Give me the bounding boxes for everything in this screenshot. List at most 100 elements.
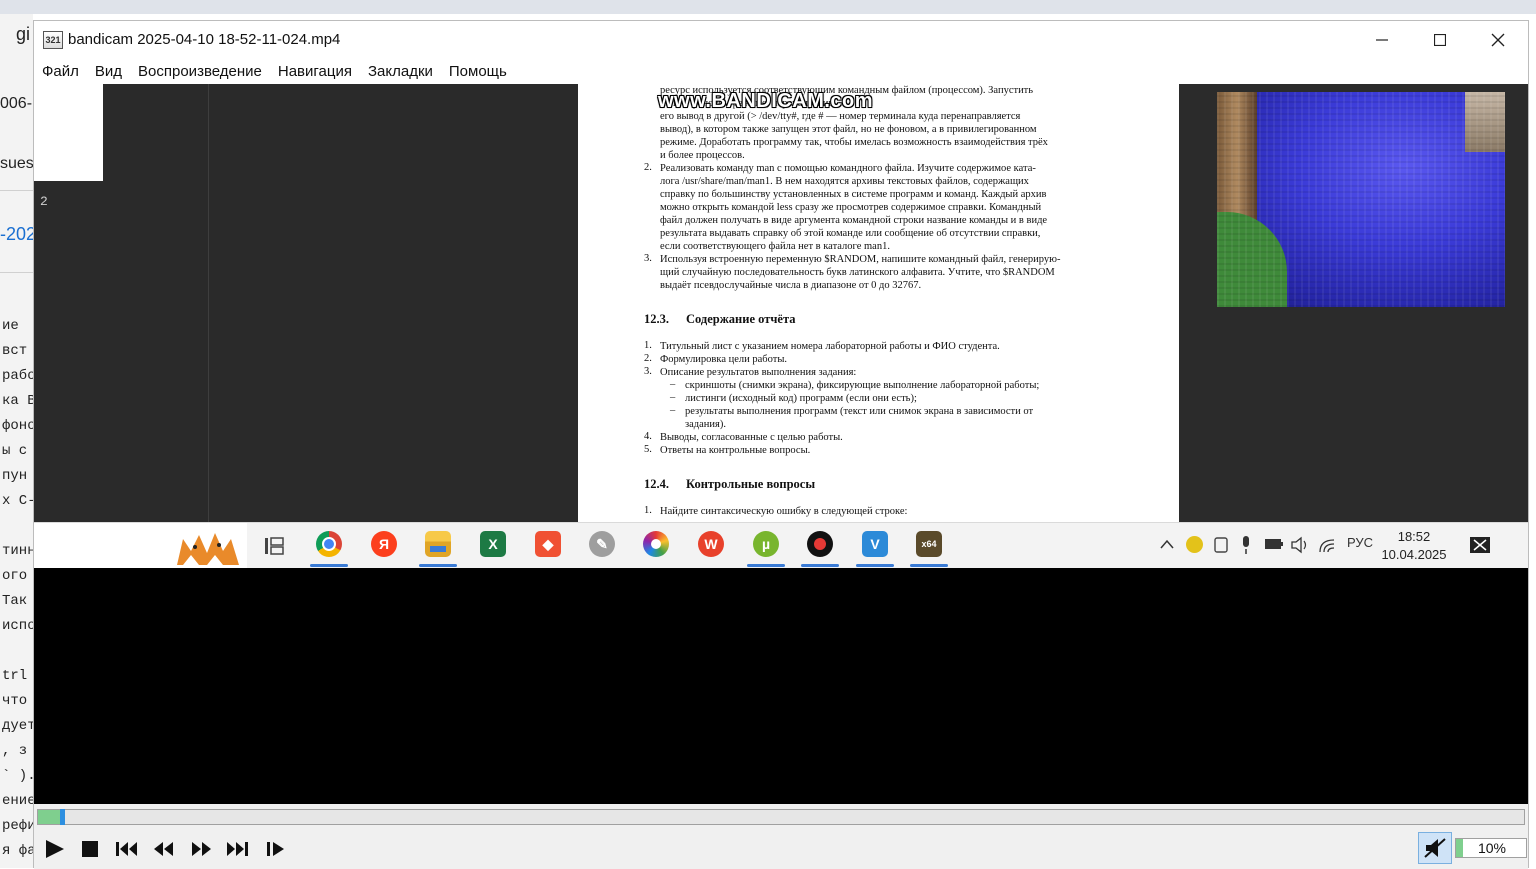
- previous-button[interactable]: [113, 836, 141, 862]
- file-explorer-icon[interactable]: [425, 531, 451, 557]
- editor-gutter-line: [208, 84, 209, 522]
- utorrent-running-indicator: [747, 564, 785, 567]
- list-item: Ответы на контрольные вопросы.: [660, 445, 811, 456]
- background-code-line: дует: [2, 718, 36, 734]
- document-line: Реализовать команду man с помощью команд…: [660, 163, 1036, 174]
- chrome-icon[interactable]: [316, 531, 342, 557]
- background-code-line: Так: [2, 593, 28, 609]
- language-indicator[interactable]: РУС: [1347, 535, 1373, 550]
- list-number: 1.: [644, 505, 652, 516]
- list-number: 4.: [644, 431, 652, 442]
- list-number: 5.: [644, 444, 652, 455]
- vs-running-indicator: [856, 564, 894, 567]
- volume-slider[interactable]: 10%: [1455, 838, 1527, 858]
- editor-line-number: 2: [40, 194, 48, 209]
- bandicam-running-indicator: [801, 564, 839, 567]
- fast-forward-button[interactable]: [187, 836, 215, 862]
- background-code-line: пун: [2, 468, 28, 484]
- git-icon[interactable]: ◆: [535, 531, 561, 557]
- menu-view[interactable]: Вид: [87, 63, 130, 80]
- vs-icon[interactable]: V: [862, 531, 888, 557]
- background-code-line: вст: [2, 343, 28, 359]
- menu-help[interactable]: Помощь: [441, 63, 515, 80]
- microphone-icon[interactable]: [1240, 535, 1252, 555]
- task-view-icon[interactable]: [263, 535, 285, 557]
- wifi-icon[interactable]: [1318, 536, 1336, 554]
- browser-link-fragment[interactable]: -202: [0, 224, 36, 245]
- title-bar[interactable]: 321 bandicam 2025-04-10 18-52-11-024.mp4: [34, 21, 1528, 59]
- battery-icon[interactable]: [1264, 538, 1284, 550]
- list-number: 2.: [644, 353, 652, 364]
- sub-list-mark: –: [670, 405, 676, 416]
- mute-button[interactable]: [1418, 832, 1452, 864]
- notepad-icon[interactable]: ✎: [589, 531, 615, 557]
- menu-playback[interactable]: Воспроизведение: [130, 63, 270, 80]
- chevron-up-icon[interactable]: [1160, 539, 1174, 549]
- bandicam-record-icon[interactable]: [807, 531, 833, 557]
- update-icon[interactable]: [1186, 536, 1203, 553]
- question-text: Найдите синтаксическую ошибку в следующе…: [660, 506, 908, 517]
- next-button[interactable]: [223, 836, 251, 862]
- document-line: если соответствующего файла нет в катало…: [660, 241, 890, 252]
- document-line: и более процессов.: [660, 150, 745, 161]
- background-code-line: рабо: [2, 368, 36, 384]
- video-area[interactable]: 2 ресурс используется соответствующим ко…: [34, 84, 1528, 804]
- skip-previous-icon: [116, 842, 137, 856]
- x64-icon[interactable]: x64: [916, 531, 942, 557]
- divider: [0, 272, 33, 273]
- app-icon: 321: [43, 31, 63, 49]
- menu-navigation[interactable]: Навигация: [270, 63, 360, 80]
- seek-bar[interactable]: [34, 806, 1528, 828]
- minimize-button[interactable]: [1359, 25, 1405, 55]
- section-number: 12.4.: [644, 477, 669, 491]
- browser-issues-fragment[interactable]: sues: [0, 155, 34, 173]
- notifications-icon[interactable]: [1469, 536, 1491, 554]
- rewind-button[interactable]: [150, 836, 178, 862]
- background-code-line: ` ).: [2, 768, 36, 784]
- speaker-icon[interactable]: [1290, 536, 1310, 554]
- speaker-muted-icon: [1424, 838, 1446, 858]
- volume-label: 10%: [1477, 840, 1507, 856]
- menu-bookmarks[interactable]: Закладки: [360, 63, 441, 80]
- background-code-line: , з: [2, 743, 28, 759]
- chrome-running-indicator: [310, 564, 348, 567]
- play-icon: [46, 840, 64, 858]
- maximize-icon: [1434, 34, 1446, 46]
- skip-next-icon: [227, 842, 248, 856]
- document-line: файл должен получать в виде аргумента ко…: [660, 215, 1048, 226]
- background-code-line: рефи: [2, 818, 36, 834]
- sub-list-mark: –: [670, 392, 676, 403]
- foxes-icon: [177, 533, 239, 565]
- excel-icon[interactable]: X: [480, 531, 506, 557]
- wps-icon[interactable]: W: [698, 531, 724, 557]
- document-line: Используя встроенную переменную $RANDOM,…: [660, 254, 1061, 265]
- document-line: выдаёт псевдослучайные числа в диапазоне…: [660, 280, 922, 291]
- editor-white-block: [34, 84, 103, 181]
- stop-button[interactable]: [76, 836, 104, 862]
- browser-left-strip: [0, 14, 33, 868]
- seek-thumb[interactable]: [60, 809, 65, 825]
- frame-step-button[interactable]: [262, 836, 290, 862]
- seek-track[interactable]: [37, 809, 1525, 825]
- seek-progress: [38, 810, 60, 824]
- list-number: 1.: [644, 340, 652, 351]
- close-button[interactable]: [1475, 25, 1521, 55]
- list-number: 3.: [644, 253, 652, 264]
- webcam-fabric: [1217, 92, 1505, 307]
- taskbar-clock[interactable]: 18:52 10.04.2025: [1379, 528, 1449, 564]
- color-wheel-icon[interactable]: [643, 531, 669, 557]
- browser-tab-fragment[interactable]: gi: [16, 24, 30, 45]
- document-line: можно открыть командой less сразу же про…: [660, 202, 1042, 213]
- document-line: режиме. Доработать программу так, чтобы …: [660, 137, 1048, 148]
- document-line: щий случайную последовательность букв ла…: [660, 267, 1055, 278]
- background-code-line: trl: [2, 668, 28, 684]
- frame-step-icon: [267, 842, 284, 856]
- camera-icon[interactable]: [1213, 536, 1229, 554]
- document-line: вывод), в котором также запущен этот фай…: [660, 124, 1037, 135]
- maximize-button[interactable]: [1417, 25, 1463, 55]
- yandex-icon[interactable]: Я: [371, 531, 397, 557]
- play-button[interactable]: [40, 836, 68, 862]
- utorrent-icon[interactable]: µ: [753, 531, 779, 557]
- sub-list-mark: –: [670, 379, 676, 390]
- menu-file[interactable]: Файл: [34, 63, 87, 80]
